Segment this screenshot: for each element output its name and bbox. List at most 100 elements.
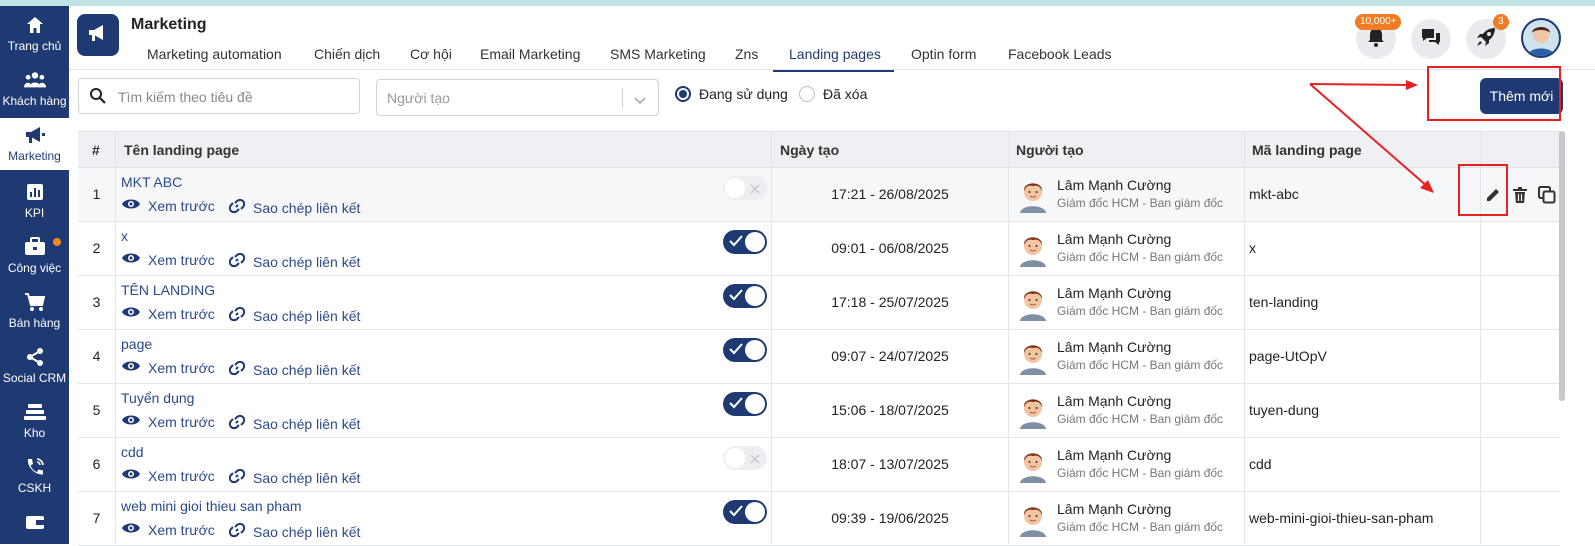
landing-page-code: ten-landing [1249, 294, 1319, 310]
close-icon [749, 452, 761, 470]
preview-link[interactable]: Xem trước [121, 521, 215, 538]
preview-link[interactable]: Xem trước [121, 197, 215, 214]
sidebar-item-warehouse[interactable]: Kho [0, 401, 69, 455]
copy-link-button[interactable]: Sao chép liên kết [228, 305, 360, 326]
status-toggle[interactable] [723, 230, 767, 254]
tab-facebook-leads[interactable]: Facebook Leads [1008, 46, 1112, 62]
creator-avatar [1018, 447, 1048, 483]
tab-zns[interactable]: Zns [735, 46, 758, 62]
creator-avatar [1018, 177, 1048, 213]
status-toggle[interactable] [723, 500, 767, 524]
status-toggle[interactable] [723, 338, 767, 362]
sidebar-item-home[interactable]: Trang chủ [0, 14, 69, 68]
preview-link[interactable]: Xem trước [121, 251, 215, 268]
row-index: 3 [92, 294, 101, 310]
copy-link-button[interactable]: Sao chép liên kết [228, 467, 360, 488]
tab-marketing-automation[interactable]: Marketing automation [147, 46, 282, 62]
landing-page-name-link[interactable]: TÊN LANDING [121, 282, 215, 298]
radio-active-circle [675, 86, 691, 102]
column-divider [1008, 131, 1009, 544]
row-index: 2 [92, 240, 101, 256]
created-date: 09:07 - 24/07/2025 [831, 348, 949, 364]
link-icon [228, 521, 253, 542]
table-row[interactable]: 5 Tuyển dụng Xem trước Sao chép liên kết 15:… [78, 384, 1560, 438]
tab-optin-form[interactable]: Optin form [911, 46, 976, 62]
landing-page-name-link[interactable]: MKT ABC [121, 174, 182, 190]
creator-role: Giám đốc HCM - Ban giám đốc [1057, 520, 1224, 534]
page-title: Marketing [131, 16, 207, 33]
chat-button[interactable] [1411, 19, 1451, 59]
sidebar-item-support[interactable]: CSKH [0, 456, 69, 510]
preview-link[interactable]: Xem trước [121, 359, 215, 376]
sidebar-item-social-crm[interactable]: Social CRM [0, 346, 69, 400]
check-icon [729, 288, 743, 306]
copy-link-label: Sao chép liên kết [253, 415, 361, 432]
copy-link-button[interactable]: Sao chép liên kết [228, 521, 360, 542]
creator-select[interactable]: Người tạo [376, 79, 659, 116]
preview-link[interactable]: Xem trước [121, 413, 215, 430]
landing-page-name-link[interactable]: web mini gioi thieu san pham [121, 498, 302, 514]
table-row[interactable]: 2 x Xem trước Sao chép liên kết 09:01 - 06/0… [78, 222, 1560, 276]
phone-icon [24, 456, 46, 478]
radio-deleted[interactable]: Đã xóa [799, 86, 867, 102]
table-row[interactable]: 6 cdd Xem trước Sao chép liên kết 18:07 - 13… [78, 438, 1560, 492]
tab-email-marketing[interactable]: Email Marketing [480, 46, 580, 62]
tab-opportunities[interactable]: Cơ hội [410, 46, 452, 62]
copy-link-label: Sao chép liên kết [253, 307, 361, 324]
eye-icon [121, 413, 148, 430]
copy-link-button[interactable]: Sao chép liên kết [228, 359, 360, 380]
sidebar-item-label: KPI [24, 206, 45, 220]
copy-link-label: Sao chép liên kết [253, 253, 361, 270]
toggle-knob [745, 232, 765, 252]
wallet-icon [24, 511, 46, 533]
copy-link-button[interactable]: Sao chép liên kết [228, 251, 360, 272]
creator-name: Lâm Mạnh Cường [1057, 231, 1172, 247]
creator-name: Lâm Mạnh Cường [1057, 393, 1172, 409]
sidebar-item-sales[interactable]: Bán hàng [0, 291, 69, 345]
status-toggle[interactable] [723, 446, 767, 470]
status-toggle[interactable] [723, 176, 767, 200]
creator-role: Giám đốc HCM - Ban giám đốc [1057, 466, 1224, 480]
status-toggle[interactable] [723, 392, 767, 416]
table-scrollbar[interactable] [1559, 131, 1565, 401]
duplicate-icon[interactable] [1537, 185, 1557, 205]
landing-page-name-link[interactable]: x [121, 228, 128, 244]
sidebar-item-kpi[interactable]: KPI [0, 181, 69, 235]
sidebar-item-customers[interactable]: Khách hàng [0, 69, 69, 123]
megaphone-icon [24, 124, 46, 146]
user-avatar[interactable] [1521, 18, 1561, 58]
copy-link-label: Sao chép liên kết [253, 361, 361, 378]
copy-link-button[interactable]: Sao chép liên kết [228, 197, 360, 218]
sidebar-item-label: Khách hàng [2, 94, 67, 108]
copy-link-label: Sao chép liên kết [253, 199, 361, 216]
row-index: 7 [92, 510, 101, 526]
tab-landing-pages[interactable]: Landing pages [789, 46, 881, 62]
tab-campaigns[interactable]: Chiến dịch [314, 46, 380, 62]
copy-link-button[interactable]: Sao chép liên kết [228, 413, 360, 434]
megaphone-icon [87, 23, 109, 48]
radio-active[interactable]: Đang sử dụng [675, 86, 788, 102]
rocket-icon [1476, 27, 1496, 52]
landing-page-name-link[interactable]: page [121, 336, 152, 352]
sidebar-item-tasks[interactable]: Công việc [0, 236, 69, 290]
row-index: 1 [92, 186, 101, 202]
table-row[interactable]: 7 web mini gioi thieu san pham Xem trước Sa… [78, 492, 1560, 546]
landing-page-name-link[interactable]: cdd [121, 444, 144, 460]
status-toggle[interactable] [723, 284, 767, 308]
sidebar-item-label: Công việc [7, 261, 62, 275]
sidebar-item-label: Social CRM [2, 371, 67, 385]
tab-sms-marketing[interactable]: SMS Marketing [610, 46, 706, 62]
landing-page-name-link[interactable]: Tuyển dụng [121, 390, 194, 406]
table-row[interactable]: 4 page Xem trước Sao chép liên kết 09:07 - 2… [78, 330, 1560, 384]
creator-avatar [1018, 231, 1048, 267]
search-input[interactable]: Tìm kiếm theo tiêu đề [78, 78, 360, 114]
sidebar-item-marketing[interactable]: Marketing [0, 118, 69, 170]
preview-link[interactable]: Xem trước [121, 467, 215, 484]
creator-role: Giám đốc HCM - Ban giám đốc [1057, 196, 1224, 210]
preview-link[interactable]: Xem trước [121, 305, 215, 322]
toggle-knob [725, 448, 745, 468]
trash-icon[interactable] [1510, 185, 1530, 205]
sidebar-item-more[interactable] [0, 511, 69, 544]
link-icon [228, 305, 253, 326]
table-row[interactable]: 3 TÊN LANDING Xem trước Sao chép liên kết 17… [78, 276, 1560, 330]
